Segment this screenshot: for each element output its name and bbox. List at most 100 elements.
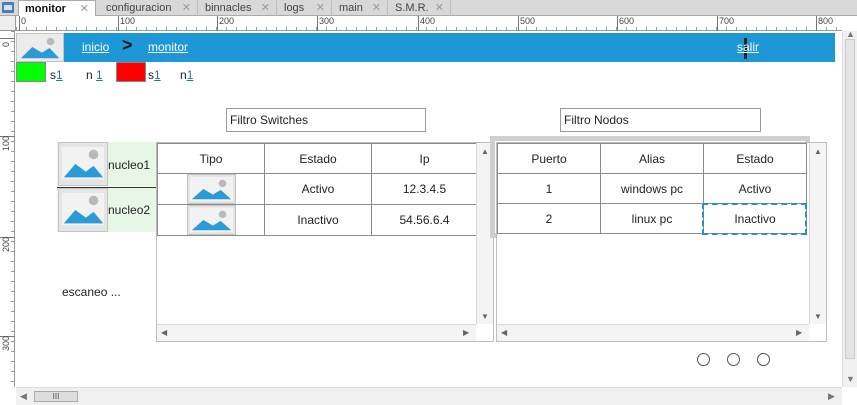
- scroll-left-icon[interactable]: ◀: [20, 391, 27, 402]
- tab-monitor[interactable]: monitor ✕: [18, 0, 96, 16]
- close-icon[interactable]: ✕: [261, 0, 270, 16]
- page-radio-2[interactable]: [727, 353, 740, 366]
- tab-main[interactable]: main ✕: [333, 0, 388, 16]
- close-icon[interactable]: ✕: [182, 0, 191, 16]
- ruler-label: 200: [1, 236, 11, 252]
- breadcrumb-separator: >: [122, 35, 133, 55]
- scroll-up-icon[interactable]: ▲: [481, 147, 489, 156]
- active-node-count: n 1: [86, 68, 103, 82]
- node-image-icon: [58, 142, 108, 186]
- close-icon[interactable]: ✕: [80, 1, 89, 17]
- inactive-node-count: n1: [180, 68, 193, 82]
- scroll-down-icon[interactable]: ▼: [481, 312, 489, 321]
- node-status-cell: Activo: [703, 173, 807, 204]
- ruler-label: 100: [120, 16, 136, 26]
- active-status-swatch: [16, 62, 46, 82]
- close-icon[interactable]: ✕: [435, 0, 444, 16]
- ruler-label: 0: [21, 16, 27, 26]
- active-switch-count: s1: [50, 68, 63, 82]
- scan-status-text: escaneo ...: [62, 285, 121, 299]
- scroll-left-icon[interactable]: ◀: [501, 328, 507, 337]
- scroll-thumb[interactable]: [845, 39, 855, 359]
- scroll-right-icon[interactable]: ▶: [463, 328, 469, 337]
- switches-horizontal-scrollbar[interactable]: ◀ ▶: [157, 324, 476, 341]
- close-icon[interactable]: ✕: [316, 0, 325, 16]
- nodes-horizontal-scrollbar[interactable]: ◀ ▶: [497, 324, 809, 341]
- nodes-filter-value: Filtro Nodos: [564, 113, 629, 127]
- switches-filter-input[interactable]: Filtro Switches: [226, 108, 426, 132]
- table-header-row: Tipo Estado Ip: [157, 143, 478, 174]
- scroll-right-icon[interactable]: ▶: [828, 391, 835, 402]
- tab-configuracion[interactable]: configuracion ✕: [100, 0, 198, 16]
- tab-label: monitor: [25, 3, 66, 15]
- column-header-puerto[interactable]: Puerto: [497, 143, 601, 174]
- switch-ip-cell: 54.56.6.4: [371, 204, 478, 236]
- count-link[interactable]: 1: [56, 68, 63, 82]
- switch-type-cell: [157, 173, 265, 205]
- ruler-label: 400: [420, 16, 436, 26]
- tab-smr[interactable]: S.M.R. ✕: [389, 0, 451, 16]
- node-label: nucleo1: [108, 158, 151, 172]
- switch-type-cell: [157, 204, 265, 236]
- ruler-label: 800: [818, 16, 834, 26]
- cell-selection-outline: [702, 203, 807, 235]
- ruler-label: 200: [219, 16, 235, 26]
- page-radio-1[interactable]: [697, 353, 710, 366]
- scroll-up-icon[interactable]: ▲: [846, 29, 855, 39]
- ruler-left: 0 100 200 300: [0, 31, 15, 387]
- tab-logs[interactable]: logs ✕: [278, 0, 332, 16]
- scroll-down-icon[interactable]: ▼: [846, 374, 855, 384]
- column-header-ip[interactable]: Ip: [371, 143, 478, 174]
- node-item-nucleo1[interactable]: nucleo1: [57, 142, 156, 186]
- node-label: nucleo2: [108, 203, 151, 217]
- nodes-vertical-scrollbar[interactable]: ▲ ▼: [809, 143, 826, 324]
- scroll-grip: III: [52, 392, 60, 401]
- canvas-vertical-scrollbar[interactable]: ▲ ▼: [842, 29, 857, 387]
- close-icon[interactable]: ✕: [372, 0, 381, 16]
- ruler-label: 300: [1, 335, 11, 351]
- switch-status-cell: Inactivo: [264, 204, 372, 236]
- count-link[interactable]: 1: [187, 68, 194, 82]
- node-port-cell: 1: [497, 173, 601, 204]
- scroll-left-icon[interactable]: ◀: [161, 328, 167, 337]
- breadcrumb-current-link[interactable]: monitor: [148, 40, 188, 54]
- ruler-label: 600: [619, 16, 635, 26]
- column-header-tipo[interactable]: Tipo: [157, 143, 265, 174]
- panel-resize-grip[interactable]: [490, 136, 495, 238]
- tab-label: logs: [284, 2, 305, 14]
- logout-link[interactable]: salir: [737, 40, 759, 54]
- legend-label: n: [86, 68, 93, 82]
- switches-table-panel: Tipo Estado Ip Activo 12.3.4.5 Inactivo …: [156, 142, 494, 342]
- ruler-label: 500: [520, 16, 536, 26]
- page-radio-3[interactable]: [757, 353, 770, 366]
- node-port-cell: 2: [497, 203, 601, 234]
- tab-binnacles[interactable]: binnacles ✕: [199, 0, 277, 16]
- count-link[interactable]: 1: [96, 68, 103, 82]
- switches-table: Tipo Estado Ip Activo 12.3.4.5 Inactivo …: [157, 143, 478, 236]
- table-row[interactable]: Activo 12.3.4.5: [157, 173, 478, 205]
- column-header-alias[interactable]: Alias: [600, 143, 704, 174]
- breadcrumb-home-link[interactable]: inicio: [82, 40, 109, 54]
- tab-label: main: [339, 2, 363, 14]
- node-image-icon: [58, 188, 108, 232]
- tab-label: S.M.R.: [395, 2, 429, 14]
- scroll-right-icon[interactable]: ▶: [796, 328, 802, 337]
- table-row[interactable]: Inactivo 54.56.6.4: [157, 204, 478, 236]
- scroll-down-icon[interactable]: ▼: [814, 312, 822, 321]
- ruler-label: 300: [319, 16, 335, 26]
- count-link[interactable]: 1: [154, 68, 161, 82]
- scroll-thumb[interactable]: III: [34, 391, 78, 402]
- panel-resize-grip[interactable]: [490, 136, 810, 141]
- nodes-filter-input[interactable]: Filtro Nodos: [560, 108, 761, 132]
- inactive-status-swatch: [116, 62, 146, 82]
- header-bar: inicio > monitor salir: [16, 33, 835, 62]
- table-row[interactable]: 1 windows pc Activo: [497, 173, 807, 204]
- scroll-up-icon[interactable]: ▲: [814, 147, 822, 156]
- app-icon: [2, 2, 14, 13]
- node-item-nucleo2[interactable]: nucleo2: [57, 188, 156, 232]
- column-header-estado[interactable]: Estado: [264, 143, 372, 174]
- column-header-estado[interactable]: Estado: [703, 143, 807, 174]
- canvas-horizontal-scrollbar[interactable]: ◀ III ▶: [16, 387, 842, 405]
- logo-image-icon: [16, 33, 64, 62]
- ruler-label: 100: [1, 135, 11, 151]
